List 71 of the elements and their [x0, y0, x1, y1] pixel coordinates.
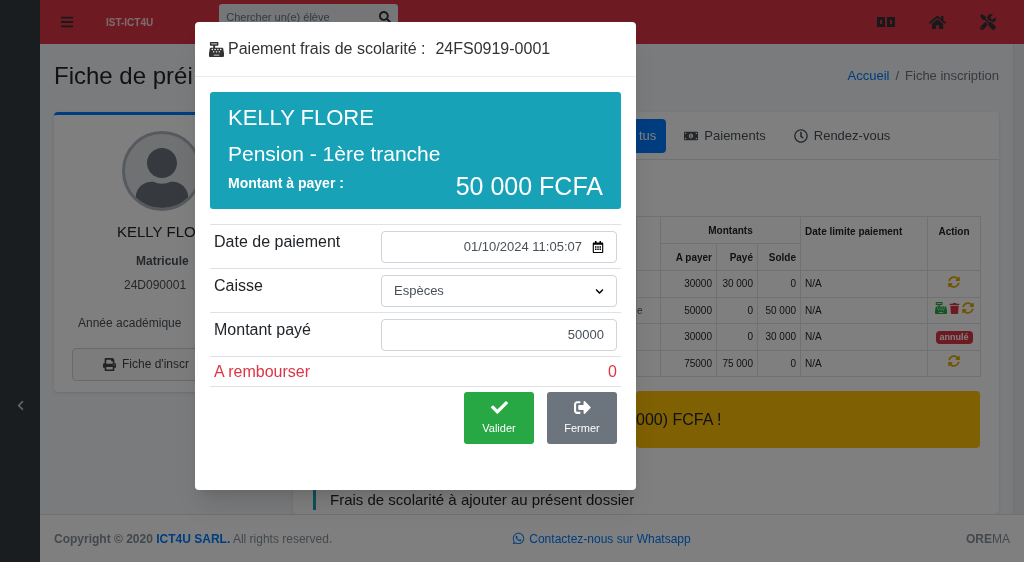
refresh-icon[interactable] — [961, 302, 974, 315]
field-label: Date de paiement — [214, 232, 341, 252]
table-cell: 0 — [757, 270, 801, 298]
column-header: A payer — [660, 243, 717, 271]
column-header: Payé — [716, 243, 758, 271]
refresh-icon[interactable] — [948, 355, 961, 368]
fee-name: Pension - 1ère tranche — [228, 141, 442, 167]
table-cell: 75000 — [660, 350, 717, 377]
amount-field[interactable]: 50000 — [381, 319, 617, 351]
table-cell: N/A — [800, 323, 928, 351]
table-cell: 30 000 — [716, 270, 758, 298]
tab[interactable]: Rendez-vous — [783, 118, 901, 153]
search-icon[interactable] — [379, 11, 392, 23]
table-cell: 0 — [716, 323, 758, 351]
academic-year-label: Année académique — [78, 314, 182, 332]
tab[interactable]: Paiements — [674, 118, 776, 153]
select-field[interactable]: Espèces — [381, 275, 617, 307]
payment-reference: 24FS0919-0001 — [435, 39, 551, 59]
whatsapp-icon — [512, 532, 526, 545]
table-cell: 50000 — [660, 297, 717, 324]
column-header: Action — [927, 216, 981, 271]
home-icon[interactable] — [929, 13, 946, 31]
footer-brand: OREMA — [966, 530, 1010, 548]
tools-icon[interactable] — [980, 14, 996, 30]
dialog-title: Paiement frais de scolarité : — [228, 39, 426, 59]
calendar-icon[interactable] — [592, 241, 604, 253]
column-header: Date limite paiement — [800, 216, 928, 271]
chevron-icon — [595, 286, 604, 296]
refresh-icon[interactable] — [948, 275, 961, 288]
table-cell: 30000 — [660, 323, 717, 351]
exit-icon — [573, 399, 591, 417]
table-cell: 0 — [716, 297, 758, 324]
breadcrumb-separator: / — [895, 67, 900, 86]
validate-button[interactable]: Valider — [464, 392, 534, 444]
amount-due: 50 000 FCFA — [455, 171, 603, 202]
table-cell: 30 000 — [757, 323, 801, 351]
breadcrumb-current: Fiche inscription — [905, 67, 999, 86]
clock-icon — [793, 128, 808, 143]
warning-alert: 000) FCFA ! — [636, 391, 980, 449]
table-cell: 50 000 — [757, 297, 801, 324]
refund-value: 0 — [608, 361, 617, 382]
check-icon — [490, 399, 508, 417]
table-cell: N/A — [800, 350, 928, 377]
field-label: Caisse — [214, 276, 263, 296]
table-cell: 0 — [757, 350, 801, 377]
copyright-text: Copyright © 2020 ICT4U SARL. All rights reserved. — [54, 530, 333, 548]
student-name: KELLY FLORE — [228, 104, 375, 132]
cancelled-badge: annulé — [935, 331, 973, 345]
matricule-label: Matricule — [136, 252, 189, 270]
section-title: Frais de scolarité à ajouter au présent dossier — [330, 491, 635, 509]
table-cell: N/A — [800, 297, 928, 324]
company-link[interactable]: ICT4U SARL. — [156, 531, 231, 546]
trash-icon[interactable] — [948, 302, 960, 314]
table-cell: N/A — [800, 270, 928, 298]
student-name: KELLY FLO — [117, 222, 196, 243]
close-button[interactable]: Fermer — [547, 392, 617, 444]
page-title: Fiche de préi — [54, 61, 193, 92]
cash-register-icon — [209, 41, 224, 57]
field-label: Montant payé — [214, 320, 311, 340]
amount-label: Montant à payer : — [228, 174, 344, 193]
column-header: Montants — [660, 216, 801, 244]
matricule-value: 24D090001 — [124, 276, 187, 294]
table-cell: 75 000 — [716, 350, 758, 377]
whatsapp-link[interactable]: Contactez-nous sur Whatsapp — [512, 529, 691, 548]
table-cell: 30000 — [660, 270, 717, 298]
cash-register-icon[interactable] — [934, 302, 947, 315]
printer-icon — [103, 357, 116, 371]
breadcrumb-link[interactable]: Accueil — [847, 66, 890, 86]
menu-icon[interactable] — [60, 15, 74, 29]
brand-name[interactable]: IST-ICT4U — [106, 14, 154, 30]
date-field[interactable]: 01/10/2024 11:05:07 — [381, 231, 617, 263]
